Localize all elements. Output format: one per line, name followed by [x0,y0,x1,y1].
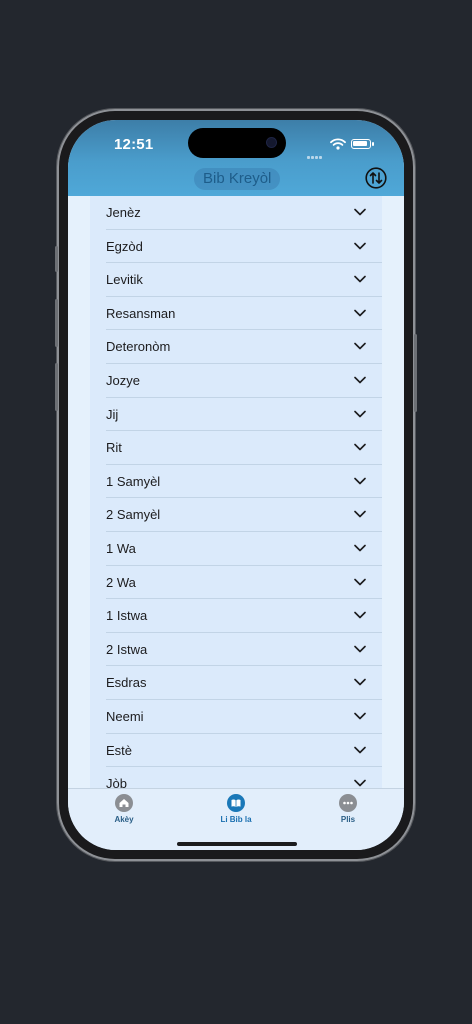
volume-down-button [55,363,58,411]
chevron-down-icon[interactable] [354,410,366,418]
tab-label-plis: Plis [340,815,356,824]
book-row[interactable]: 1 Istwa [106,599,382,633]
chevron-down-icon[interactable] [354,544,366,552]
tab-label-akey: Akèy [114,815,134,824]
book-row[interactable]: 2 Wa [106,566,382,600]
book-row[interactable]: Neemi [106,700,382,734]
book-icon [227,794,245,812]
book-name: 1 Samyèl [106,473,161,489]
book-name: 1 Wa [106,540,136,556]
swap-vertical-icon[interactable] [365,167,387,189]
book-name: Egzòd [106,238,143,254]
home-indicator[interactable] [177,842,297,846]
book-name: Jenèz [106,205,141,220]
book-name: Levitik [106,272,143,288]
power-button [414,334,417,412]
book-name: Jòb [106,776,127,788]
tab-li-bib-la[interactable]: Li Bib la [196,794,276,824]
chevron-down-icon[interactable] [354,208,366,216]
app-header: 12:51 Bib Kreyòl [68,120,404,196]
app-title: Bib Kreyòl [194,168,281,190]
book-row[interactable]: Rit [106,431,382,465]
dynamic-island [188,128,286,158]
chevron-down-icon[interactable] [354,275,366,283]
book-name: Estè [106,742,133,758]
list-margin-left [68,196,90,788]
list-margin-right [382,196,404,788]
tab-plis[interactable]: Plis [308,794,388,824]
camera-icon [267,138,276,147]
chevron-down-icon[interactable] [354,477,366,485]
chevron-down-icon[interactable] [354,712,366,720]
book-name: Deteronòm [106,339,171,355]
tab-bar: Akèy Li Bib la Plis [68,788,404,850]
book-row[interactable]: 1 Wa [106,532,382,566]
book-name: Rit [106,440,122,456]
book-row[interactable]: Esdras [106,666,382,700]
tab-akey[interactable]: Akèy [84,794,164,824]
book-row[interactable]: 1 Samyèl [106,465,382,499]
book-row[interactable]: Egzòd [106,230,382,264]
battery-icon [351,139,374,149]
status-time: 12:51 [114,136,154,153]
chevron-down-icon[interactable] [354,746,366,754]
chevron-down-icon[interactable] [354,678,366,686]
book-row[interactable]: Deteronòm [106,330,382,364]
book-name: Esdras [106,675,147,691]
book-row[interactable]: Jòb [106,767,382,788]
book-list: Jenèz Egzòd Levitik Resansman Deteronòm Jozye… [106,196,382,788]
screen: 12:51 Bib Kreyòl Jenèz Egzòd Levitik Resans… [68,120,404,850]
book-row[interactable]: Jenèz [106,196,382,230]
tab-label-li-bib-la: Li Bib la [220,815,252,824]
chevron-down-icon[interactable] [354,779,366,787]
chevron-down-icon[interactable] [354,510,366,518]
chevron-down-icon[interactable] [354,309,366,317]
chevron-down-icon[interactable] [354,578,366,586]
action-button [55,246,58,272]
wifi-icon [330,138,346,150]
book-row[interactable]: Resansman [106,297,382,331]
chevron-down-icon[interactable] [354,611,366,619]
book-row[interactable]: 2 Samyèl [106,498,382,532]
volume-up-button [55,299,58,347]
home-icon [115,794,133,812]
chevron-down-icon[interactable] [354,376,366,384]
chevron-down-icon[interactable] [354,242,366,250]
book-name: Resansman [106,305,176,321]
book-name: 2 Wa [106,574,136,590]
book-name: Jozye [106,372,140,388]
book-name: 2 Samyèl [106,507,161,523]
more-icon [339,794,357,812]
book-name: 2 Istwa [106,641,148,657]
book-row[interactable]: Jij [106,398,382,432]
book-row[interactable]: Estè [106,734,382,768]
book-row[interactable]: Levitik [106,263,382,297]
cellular-signal-icon [307,146,323,164]
book-row[interactable]: 2 Istwa [106,633,382,667]
book-name: Neemi [106,708,144,724]
chevron-down-icon[interactable] [354,443,366,451]
book-name: Jij [106,406,119,422]
chevron-down-icon[interactable] [354,342,366,350]
book-list-container[interactable]: Jenèz Egzòd Levitik Resansman Deteronòm Jozye… [68,196,404,788]
chevron-down-icon[interactable] [354,645,366,653]
book-name: 1 Istwa [106,608,148,624]
book-row[interactable]: Jozye [106,364,382,398]
